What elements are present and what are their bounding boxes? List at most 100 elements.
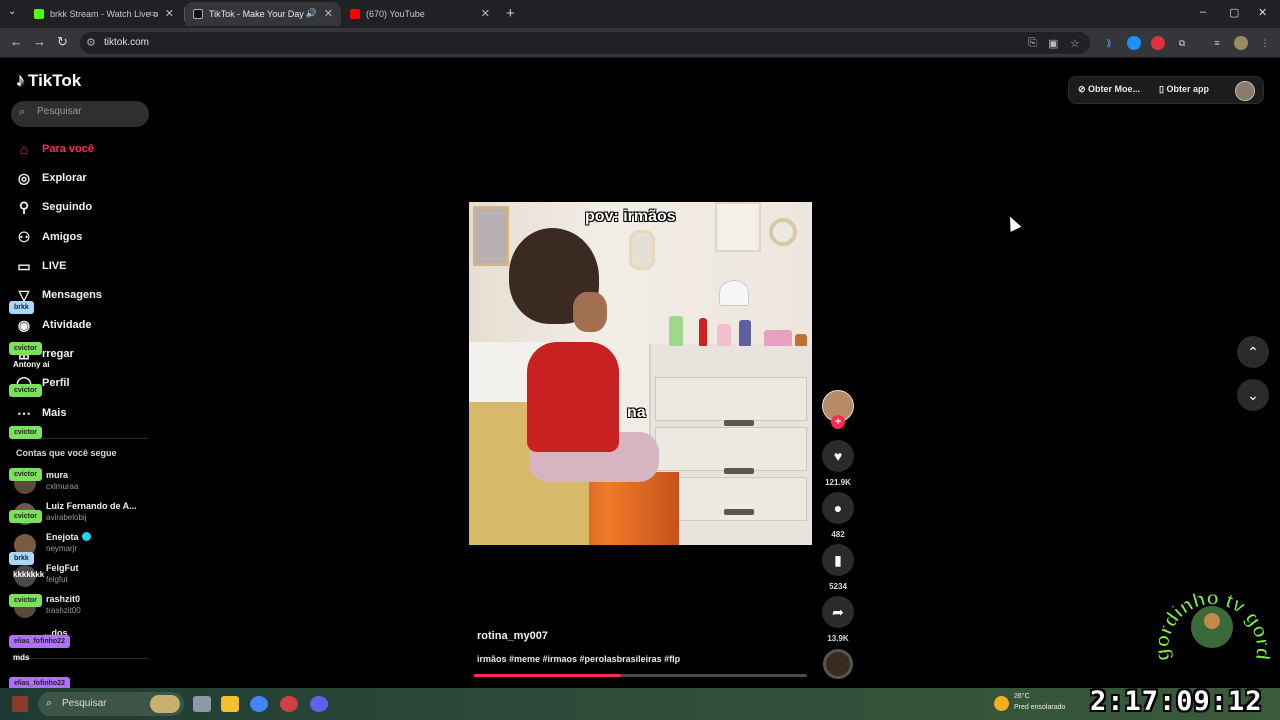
forward-icon[interactable]: →: [33, 34, 46, 49]
follow-plus-icon[interactable]: +: [831, 415, 845, 429]
nav-amigos[interactable]: ⚇ Amigos: [14, 226, 83, 248]
site-info-icon[interactable]: ⚙: [86, 36, 96, 49]
video-progress-fill: [474, 674, 621, 677]
close-tab-icon[interactable]: ✕: [324, 7, 333, 20]
comment-count: 482: [831, 530, 845, 539]
start-menu-icon[interactable]: [12, 696, 28, 712]
chat-username-tag: cvictor: [9, 384, 42, 397]
nav-seguindo[interactable]: ⚲ Seguindo: [14, 196, 92, 218]
nav-mais[interactable]: ⋯ Mais: [14, 402, 66, 424]
share-arrow-icon: ➦: [822, 596, 854, 628]
video-username[interactable]: rotina_my007: [477, 630, 548, 642]
video-scene-drawer: [655, 377, 807, 421]
youtube-favicon-icon: [350, 9, 360, 19]
tab-youtube[interactable]: (670) YouTube ✕: [342, 2, 498, 26]
save-button[interactable]: ▮ 5234: [822, 544, 854, 591]
tab-search-icon[interactable]: ⌄: [8, 6, 16, 17]
like-button[interactable]: ♥ 121.9K: [822, 440, 854, 487]
taskbar-search[interactable]: ⌕ Pesquisar: [38, 692, 184, 716]
reading-list-icon[interactable]: ≡: [1210, 36, 1224, 50]
music-disc-icon[interactable]: [823, 649, 853, 679]
cast-icon[interactable]: ▣: [1048, 37, 1058, 50]
close-window-icon[interactable]: ✕: [1258, 6, 1267, 19]
extension-icon[interactable]: [1151, 36, 1165, 50]
address-bar[interactable]: ⚙ tiktok.com ⎘ ▣ ☆: [80, 32, 1090, 54]
get-coins-button[interactable]: ⊘ Obter Moe...: [1078, 84, 1140, 95]
video-caption-mid: na: [627, 404, 646, 421]
gordinho-tv-watermark: gordinho tv gordinho tv: [1150, 565, 1274, 663]
video-scene-wreath: [769, 218, 797, 246]
chat-username-tag: brkk: [9, 301, 34, 314]
search-input[interactable]: [37, 106, 137, 117]
video-scene-bottle: [669, 316, 683, 346]
maximize-icon[interactable]: ▢: [1229, 6, 1239, 19]
tab-tiktok[interactable]: TikTok - Make Your Day 🔊 ✕: [185, 2, 341, 26]
account-name: Luiz Fernando de A...: [46, 501, 137, 511]
previous-video-button[interactable]: ⌃: [1237, 336, 1269, 368]
video-scene-drawer: [655, 427, 807, 471]
close-tab-icon[interactable]: ✕: [481, 7, 490, 20]
nav-label: Seguindo: [42, 201, 93, 213]
bookmark-star-icon[interactable]: ☆: [1070, 37, 1080, 50]
translate-icon[interactable]: ⎘: [1028, 37, 1037, 50]
chat-message: kkkkkkk: [13, 570, 45, 579]
account-name: mura: [46, 470, 69, 480]
get-app-button[interactable]: ▯ Obter app: [1159, 84, 1209, 95]
chat-username-tag: elias_fofinho22: [9, 635, 70, 648]
stream-timer-overlay: 2:17:09:12: [1090, 686, 1263, 717]
browser-toolbar: ← → ↻ ⚙ tiktok.com ⎘ ▣ ☆ ⟫ ⧉ ≡ ⋮: [0, 28, 1280, 58]
nav-para-voce[interactable]: ⌂ Para você: [14, 138, 94, 160]
user-avatar[interactable]: [1235, 81, 1255, 101]
account-name-text: Enejota: [46, 532, 79, 542]
search-highlight-image: [150, 695, 180, 713]
tiktok-logo[interactable]: ♪ TikTok: [16, 70, 81, 91]
nav-atividade[interactable]: ◉ Atividade: [14, 314, 92, 336]
video-scene-bottle: [717, 324, 731, 346]
extension-icon[interactable]: [1127, 36, 1141, 50]
heart-icon: ♥: [822, 440, 854, 472]
chrome-icon[interactable]: [250, 696, 268, 712]
obs-icon[interactable]: [280, 696, 298, 712]
reload-icon[interactable]: ↻: [57, 34, 68, 50]
file-explorer-icon[interactable]: [221, 696, 239, 712]
discord-icon[interactable]: [310, 696, 328, 712]
next-video-button[interactable]: ⌄: [1237, 379, 1269, 411]
comment-button[interactable]: ● 482: [822, 492, 854, 539]
video-caption-top: pov: irmãos: [585, 208, 676, 225]
compass-icon: ◎: [17, 169, 31, 186]
chat-username-tag: cvictor: [9, 468, 42, 481]
share-button[interactable]: ➦ 13.9K: [822, 596, 854, 643]
profile-avatar[interactable]: [1234, 36, 1248, 50]
extension-icon[interactable]: ⟫: [1102, 36, 1116, 50]
nav-live[interactable]: ▭ LIVE: [14, 255, 66, 277]
video-scene-child-face: [573, 292, 607, 332]
new-tab-button[interactable]: +: [506, 5, 515, 22]
chat-username-tag: brkk: [9, 552, 34, 565]
back-icon[interactable]: ←: [10, 34, 23, 49]
video-scene-lamp: [719, 280, 749, 306]
more-icon: ⋯: [17, 404, 31, 421]
search-box[interactable]: ⌕: [11, 101, 149, 127]
video-player[interactable]: pov: irmãos na: [469, 202, 812, 545]
save-count: 5234: [829, 582, 847, 591]
tab-brkk-stream[interactable]: brkk Stream - Watch Live o ▭ ✕: [26, 2, 182, 26]
close-tab-icon[interactable]: ✕: [165, 7, 174, 20]
minimize-icon[interactable]: –: [1200, 6, 1206, 18]
account-name: FelgFut: [46, 563, 79, 573]
audio-playing-icon: 🔊: [305, 8, 317, 18]
tab-title: TikTok - Make Your Day: [209, 9, 304, 19]
account-name: rashzit0: [46, 594, 81, 604]
tab-title: (670) YouTube: [366, 9, 425, 19]
mouse-cursor-icon: [1004, 214, 1022, 232]
video-progress-bar[interactable]: [474, 674, 807, 677]
menu-kebab-icon[interactable]: ⋮: [1258, 36, 1272, 50]
video-description[interactable]: irmãos #meme #irmaos #perolasbrasileiras…: [477, 654, 680, 664]
following-account[interactable]: Enejota neymarjr: [14, 532, 154, 560]
chat-username-tag: cvictor: [9, 342, 42, 355]
kick-favicon-icon: [34, 9, 44, 19]
nav-explorar[interactable]: ◎ Explorar: [14, 167, 87, 189]
user-follow-icon: ⚲: [18, 198, 30, 215]
extensions-puzzle-icon[interactable]: ⧉: [1175, 36, 1189, 50]
task-view-icon[interactable]: [193, 696, 211, 712]
video-scene-handle: [724, 468, 754, 474]
